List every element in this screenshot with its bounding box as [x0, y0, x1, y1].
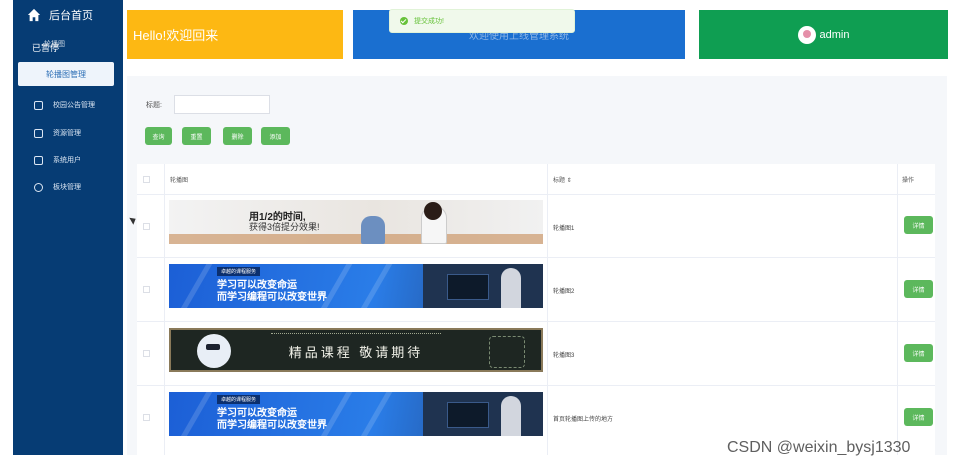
sidebar-item-label: 校园公告管理 — [53, 102, 95, 109]
header-action: 操作 — [902, 178, 915, 184]
sidebar-item-carousel-management[interactable]: 轮播图管理 — [18, 62, 114, 86]
sidebar-active-label: 轮播图管理 — [46, 69, 86, 79]
welcome-card: Hello!欢迎回来 — [127, 10, 343, 59]
carousel-table: 轮播图 标题 ⇕ 操作 用1/2的时间, 获得3倍提分效果! 轮播图1 详情 卓… — [137, 164, 935, 455]
detail-button[interactable]: 详情 — [904, 408, 933, 426]
banner-decor — [351, 392, 393, 436]
banner-text: 而学习编程可以改变世界 — [217, 292, 327, 303]
home-icon — [27, 8, 41, 22]
row-divider — [137, 257, 935, 258]
banner-decor — [447, 274, 489, 300]
detail-button[interactable]: 详情 — [904, 216, 933, 234]
reset-button[interactable]: 重置 — [182, 127, 211, 145]
banner-text: 卓越的课程服务 — [217, 267, 261, 276]
banner-image-1: 用1/2的时间, 获得3倍提分效果! — [169, 200, 543, 244]
edit-icon — [34, 100, 43, 110]
row-title: 首页轮播图上传的地方 — [553, 417, 614, 423]
banner-decor — [171, 392, 213, 436]
paused-overlay: 已暂停 轮播图 — [32, 41, 65, 54]
row-checkbox[interactable] — [143, 414, 150, 421]
sidebar-home-label: 后台首页 — [49, 10, 93, 22]
header-image: 轮播图 — [170, 178, 189, 184]
title-search-input[interactable] — [174, 95, 270, 114]
chat-icon — [34, 182, 43, 192]
row-title: 轮播图2 — [553, 289, 575, 295]
row-checkbox[interactable] — [143, 223, 150, 230]
sidebar-item-users[interactable]: 系统用户 — [34, 154, 81, 166]
user-icon — [34, 155, 43, 165]
row-divider — [137, 385, 935, 386]
sidebar-item-label: 系统用户 — [53, 157, 81, 164]
banner-text: 而学习编程可以改变世界 — [217, 420, 327, 431]
row-title: 轮播图1 — [553, 226, 575, 232]
row-checkbox[interactable] — [143, 350, 150, 357]
banner-decor — [271, 333, 441, 340]
paused-overlay-text: 轮播图 — [44, 41, 65, 48]
banner-image-4: 卓越的课程服务 学习可以改变命运 而学习编程可以改变世界 — [169, 392, 543, 436]
avatar — [797, 25, 816, 44]
banner-text: 获得3倍提分效果! — [249, 222, 320, 232]
sidebar-item-announcements[interactable]: 校园公告管理 — [34, 99, 95, 111]
check-circle-icon — [400, 17, 408, 25]
banner-decor — [423, 264, 543, 308]
sidebar-item-home[interactable]: 后台首页 — [27, 7, 93, 23]
watermark: CSDN @weixin_bysj1330 — [727, 439, 911, 456]
banner-decor — [424, 202, 442, 220]
delete-button[interactable]: 删除 — [223, 127, 252, 145]
sidebar: 后台首页 已暂停 轮播图 轮播图管理 校园公告管理 资源管理 系统用户 板块管理 — [13, 0, 123, 455]
sidebar-item-resources[interactable]: 资源管理 — [34, 127, 81, 139]
banner-text: 精品课程 敬请期待 — [288, 345, 424, 360]
user-card[interactable]: admin — [699, 10, 948, 59]
header-title[interactable]: 标题 ⇕ — [553, 175, 572, 184]
row-divider — [137, 194, 935, 195]
title-search-label: 标题: — [146, 102, 162, 109]
banner-decor — [501, 268, 521, 308]
select-all-checkbox[interactable] — [143, 176, 150, 183]
column-divider — [897, 164, 898, 455]
column-divider — [547, 164, 548, 455]
banner-decor — [171, 264, 213, 308]
banner-decor — [169, 234, 543, 244]
welcome-text: Hello!欢迎回来 — [133, 28, 219, 43]
add-button[interactable]: 添加 — [261, 127, 290, 145]
banner-decor — [423, 392, 543, 436]
banner-decor — [501, 396, 521, 436]
banner-decor — [361, 216, 385, 244]
username: admin — [819, 28, 850, 41]
banner-image-3: 精品课程 敬请期待 — [169, 328, 543, 372]
banner-decor — [447, 402, 489, 428]
toast-text: 提交成功! — [414, 18, 444, 25]
row-checkbox[interactable] — [143, 286, 150, 293]
banner-image-2: 卓越的课程服务 学习可以改变命运 而学习编程可以改变世界 — [169, 264, 543, 308]
row-title: 轮播图3 — [553, 353, 575, 359]
query-button[interactable]: 查询 — [145, 127, 172, 145]
resource-icon — [34, 128, 43, 138]
sidebar-item-label: 板块管理 — [53, 184, 81, 191]
detail-button[interactable]: 详情 — [904, 344, 933, 362]
sidebar-item-label: 资源管理 — [53, 130, 81, 137]
banner-decor — [351, 264, 393, 308]
detail-button[interactable]: 详情 — [904, 280, 933, 298]
banner-text: 卓越的课程服务 — [217, 395, 261, 404]
success-toast: 提交成功! — [389, 9, 575, 33]
column-divider — [164, 164, 165, 455]
row-divider — [137, 321, 935, 322]
sidebar-item-sections[interactable]: 板块管理 — [34, 181, 81, 193]
